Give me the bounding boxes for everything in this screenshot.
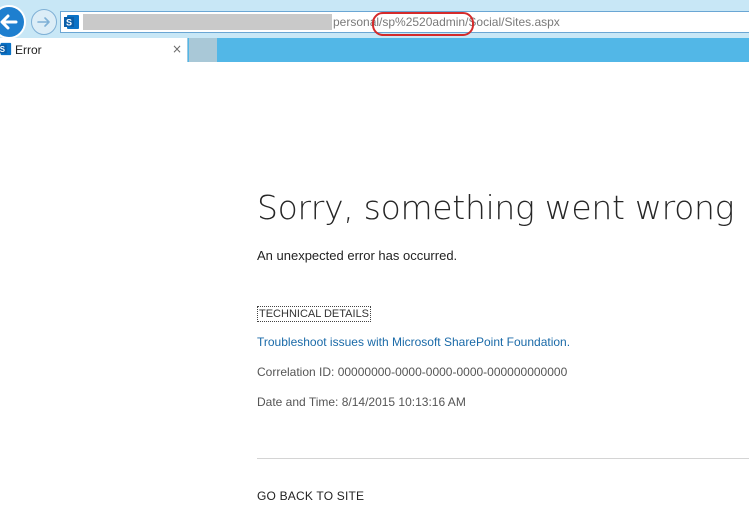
new-tab-button[interactable] [189, 38, 217, 62]
technical-details-toggle[interactable]: TECHNICAL DETAILS [257, 306, 372, 322]
back-arrow-icon [0, 14, 18, 30]
forward-button[interactable] [31, 9, 57, 35]
sharepoint-icon: S [64, 15, 79, 29]
error-page-content: Sorry, something went wrong An unexpecte… [257, 62, 749, 515]
error-subtitle: An unexpected error has occurred. [257, 248, 458, 263]
divider [257, 458, 749, 459]
redacted-url-segment [83, 14, 332, 30]
date-time: Date and Time: 8/14/2015 10:13:16 AM [257, 395, 466, 409]
go-back-to-site-link[interactable]: GO BACK TO SITE [257, 489, 364, 503]
tab-strip: S Error × [0, 38, 749, 62]
back-button[interactable] [0, 5, 26, 39]
forward-arrow-icon [37, 17, 50, 27]
troubleshoot-link[interactable]: Troubleshoot issues with Microsoft Share… [257, 335, 570, 349]
tab-error[interactable]: S Error × [0, 38, 188, 62]
svg-text:S: S [66, 18, 72, 28]
url-highlight-annotation [372, 12, 474, 36]
address-bar[interactable]: S personal/sp%2520admin/Social/Sites.asp… [60, 11, 749, 36]
navigation-bar: S personal/sp%2520admin/Social/Sites.asp… [0, 0, 749, 40]
sharepoint-icon: S [0, 42, 12, 56]
close-icon[interactable]: × [172, 41, 182, 57]
svg-text:S: S [0, 45, 5, 54]
correlation-id: Correlation ID: 00000000-0000-0000-0000-… [257, 365, 568, 379]
browser-chrome: S personal/sp%2520admin/Social/Sites.asp… [0, 0, 749, 62]
tab-title: Error [15, 43, 42, 57]
page-title: Sorry, something went wrong [257, 188, 735, 227]
